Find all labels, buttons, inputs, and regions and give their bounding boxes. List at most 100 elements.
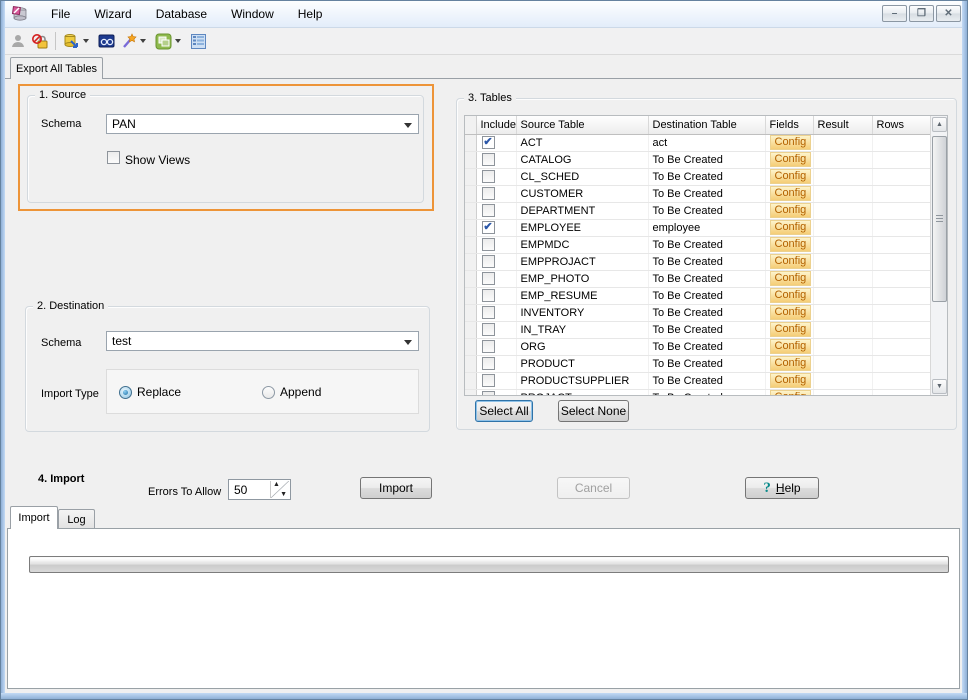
source-table-cell[interactable]: EMPMDC bbox=[516, 236, 649, 254]
grid-list-icon[interactable] bbox=[187, 30, 209, 52]
select-none-button[interactable]: Select None bbox=[558, 400, 629, 422]
config-button[interactable]: Config bbox=[769, 237, 812, 252]
config-button[interactable]: Config bbox=[769, 271, 812, 286]
destination-table-cell[interactable]: To Be Created bbox=[648, 389, 766, 395]
close-button[interactable]: ✕ bbox=[936, 5, 961, 22]
config-button[interactable]: Config bbox=[769, 390, 812, 395]
help-button[interactable]: ? Help bbox=[745, 477, 819, 499]
restore-button[interactable]: ❐ bbox=[909, 5, 934, 22]
disconnect-lock-icon[interactable] bbox=[29, 30, 51, 52]
include-checkbox[interactable] bbox=[481, 204, 495, 217]
menu-item-database[interactable]: Database bbox=[144, 1, 219, 27]
destination-table-cell[interactable]: To Be Created bbox=[648, 236, 766, 254]
config-button[interactable]: Config bbox=[769, 203, 812, 218]
row-selector[interactable] bbox=[465, 168, 477, 186]
tab-import[interactable]: Import bbox=[10, 506, 58, 529]
source-table-cell[interactable]: EMPLOYEE bbox=[516, 219, 649, 237]
include-checkbox[interactable] bbox=[481, 187, 495, 200]
wizard-dropdown-arrow[interactable] bbox=[140, 39, 146, 43]
cancel-button[interactable]: Cancel bbox=[557, 477, 630, 499]
source-table-cell[interactable]: ACT bbox=[516, 134, 649, 152]
col-result[interactable]: Result bbox=[813, 116, 873, 135]
import-button[interactable]: Import bbox=[360, 477, 432, 499]
destination-table-cell[interactable]: To Be Created bbox=[648, 287, 766, 305]
include-checkbox[interactable]: ✔ bbox=[481, 221, 495, 234]
config-button[interactable]: Config bbox=[769, 135, 812, 150]
windows-cascade-icon[interactable] bbox=[152, 30, 174, 52]
config-button[interactable]: Config bbox=[769, 169, 812, 184]
destination-table-cell[interactable]: To Be Created bbox=[648, 151, 766, 169]
include-checkbox[interactable] bbox=[481, 323, 495, 336]
include-checkbox[interactable] bbox=[481, 255, 495, 268]
menu-item-window[interactable]: Window bbox=[219, 1, 286, 27]
minimize-button[interactable]: – bbox=[882, 5, 907, 22]
tab-log[interactable]: Log bbox=[58, 509, 95, 529]
include-checkbox[interactable] bbox=[481, 153, 495, 166]
menu-item-help[interactable]: Help bbox=[286, 1, 335, 27]
windows-dropdown-arrow[interactable] bbox=[175, 39, 181, 43]
scroll-down-arrow-icon[interactable]: ▼ bbox=[932, 379, 947, 394]
menu-item-file[interactable]: File bbox=[39, 1, 82, 27]
destination-table-cell[interactable]: To Be Created bbox=[648, 372, 766, 390]
vertical-scrollbar[interactable]: ▲ ▼ bbox=[930, 116, 947, 395]
sql-monitor-icon[interactable] bbox=[95, 30, 117, 52]
row-selector[interactable] bbox=[465, 389, 477, 395]
source-table-cell[interactable]: INVENTORY bbox=[516, 304, 649, 322]
export-dropdown-arrow[interactable] bbox=[83, 39, 89, 43]
spinner-updown-icon[interactable]: ▲ ▼ bbox=[270, 481, 289, 498]
include-checkbox[interactable] bbox=[481, 306, 495, 319]
row-selector[interactable] bbox=[465, 355, 477, 373]
source-table-cell[interactable]: ORG bbox=[516, 338, 649, 356]
user-icon[interactable] bbox=[7, 30, 29, 52]
destination-table-cell[interactable]: employee bbox=[648, 219, 766, 237]
include-checkbox[interactable] bbox=[481, 289, 495, 302]
config-button[interactable]: Config bbox=[769, 339, 812, 354]
include-checkbox[interactable] bbox=[481, 391, 495, 395]
source-table-cell[interactable]: DEPARTMENT bbox=[516, 202, 649, 220]
destination-table-cell[interactable]: To Be Created bbox=[648, 270, 766, 288]
destination-table-cell[interactable]: To Be Created bbox=[648, 202, 766, 220]
destination-schema-combobox[interactable]: test bbox=[106, 331, 419, 351]
replace-radio[interactable]: Replace bbox=[119, 385, 181, 399]
col-fields[interactable]: Fields bbox=[765, 116, 814, 135]
source-table-cell[interactable]: EMPPROJACT bbox=[516, 253, 649, 271]
destination-table-cell[interactable]: act bbox=[648, 134, 766, 152]
row-selector[interactable] bbox=[465, 338, 477, 356]
row-selector[interactable] bbox=[465, 151, 477, 169]
include-checkbox[interactable] bbox=[481, 238, 495, 251]
config-button[interactable]: Config bbox=[769, 305, 812, 320]
include-checkbox[interactable]: ✔ bbox=[481, 136, 495, 149]
source-table-cell[interactable]: CL_SCHED bbox=[516, 168, 649, 186]
select-all-button[interactable]: Select All bbox=[475, 400, 533, 422]
config-button[interactable]: Config bbox=[769, 152, 812, 167]
config-button[interactable]: Config bbox=[769, 186, 812, 201]
destination-table-cell[interactable]: To Be Created bbox=[648, 168, 766, 186]
scrollbar-thumb[interactable] bbox=[932, 136, 947, 302]
destination-table-cell[interactable]: To Be Created bbox=[648, 185, 766, 203]
errors-to-allow-spinner[interactable]: 50 ▲ ▼ bbox=[228, 479, 291, 500]
menu-item-wizard[interactable]: Wizard bbox=[82, 1, 143, 27]
source-table-cell[interactable]: PROJACT bbox=[516, 389, 649, 395]
row-selector[interactable] bbox=[465, 219, 477, 237]
config-button[interactable]: Config bbox=[769, 220, 812, 235]
source-table-cell[interactable]: IN_TRAY bbox=[516, 321, 649, 339]
col-include[interactable]: Include bbox=[476, 116, 517, 135]
source-table-cell[interactable]: CUSTOMER bbox=[516, 185, 649, 203]
row-selector[interactable] bbox=[465, 134, 477, 152]
col-destination-table[interactable]: Destination Table bbox=[648, 116, 766, 135]
row-selector[interactable] bbox=[465, 253, 477, 271]
config-button[interactable]: Config bbox=[769, 254, 812, 269]
row-selector[interactable] bbox=[465, 185, 477, 203]
destination-table-cell[interactable]: To Be Created bbox=[648, 355, 766, 373]
export-database-icon[interactable] bbox=[60, 30, 82, 52]
include-checkbox[interactable] bbox=[481, 374, 495, 387]
destination-table-cell[interactable]: To Be Created bbox=[648, 253, 766, 271]
row-selector[interactable] bbox=[465, 304, 477, 322]
include-checkbox[interactable] bbox=[481, 170, 495, 183]
row-selector[interactable] bbox=[465, 287, 477, 305]
destination-table-cell[interactable]: To Be Created bbox=[648, 338, 766, 356]
include-checkbox[interactable] bbox=[481, 272, 495, 285]
append-radio[interactable]: Append bbox=[262, 385, 321, 399]
config-button[interactable]: Config bbox=[769, 288, 812, 303]
source-table-cell[interactable]: EMP_RESUME bbox=[516, 287, 649, 305]
